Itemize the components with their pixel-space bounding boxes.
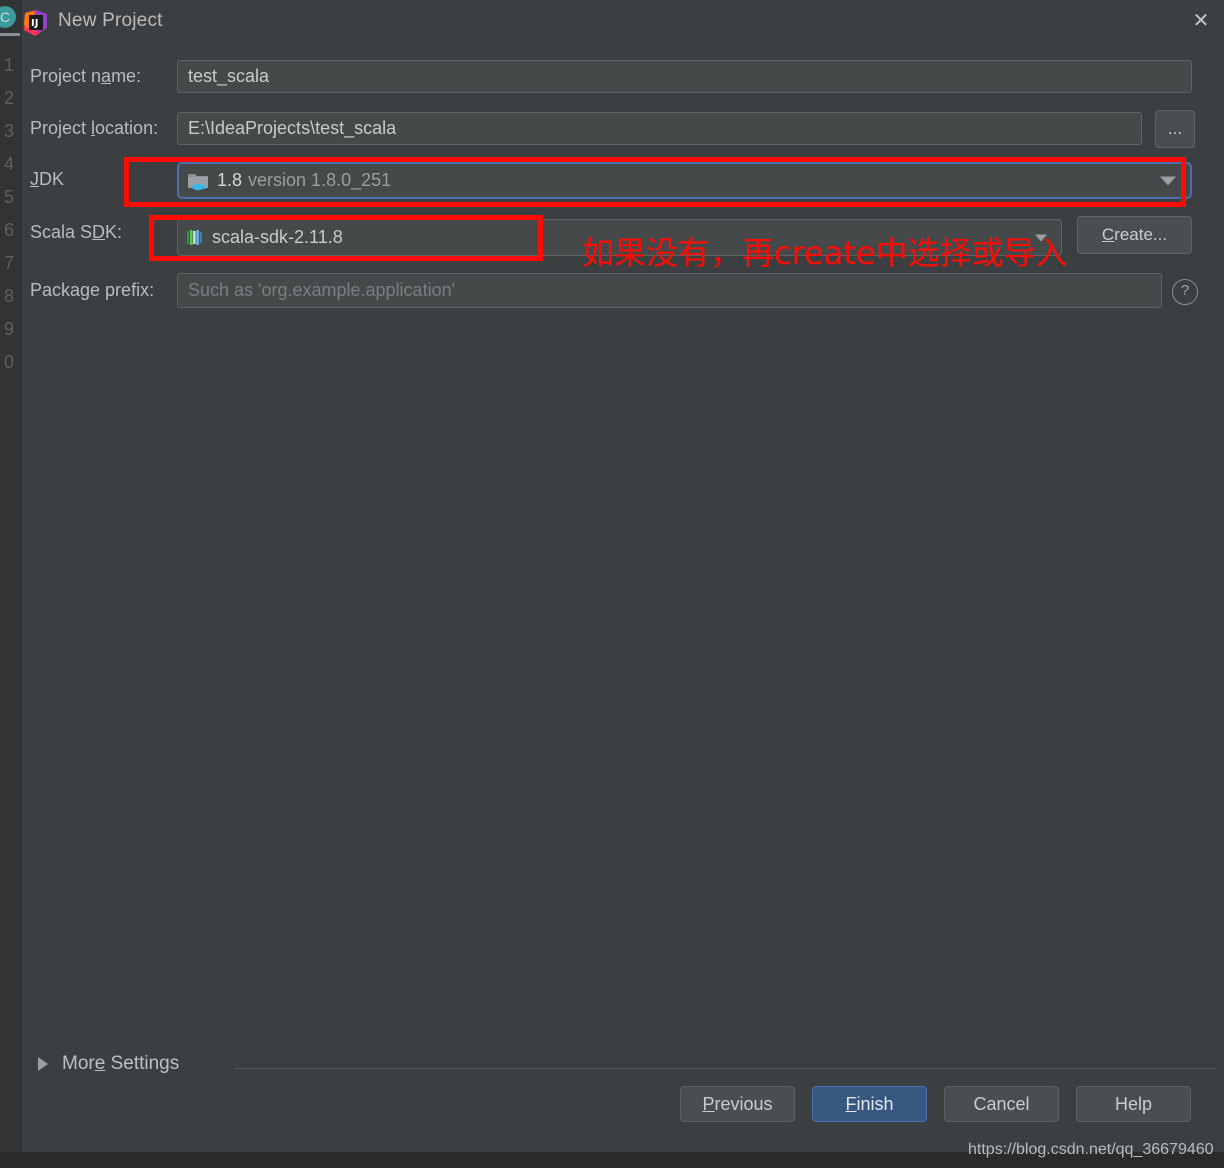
svg-text:IJ: IJ [31, 18, 38, 29]
annotation-text: 如果没有，再create中选择或导入 [582, 234, 1068, 272]
finish-button-label-mnemonic: F [845, 1093, 857, 1114]
jdk-value-sub: version 1.8.0_251 [248, 170, 392, 190]
editor-gutter: C 1 2 3 4 5 6 7 8 9 0 [0, 0, 22, 1168]
gutter-line-number: 8 [3, 286, 14, 306]
jdk-label-post: DK [39, 169, 65, 189]
project-name-label-pre: Project n [30, 66, 102, 86]
jdk-combobox[interactable]: 1.8 version 1.8.0_251 [177, 162, 1192, 199]
gutter-line-number: 1 [3, 55, 14, 75]
create-button-label-post: reate... [1114, 225, 1168, 244]
create-sdk-button[interactable]: Create... [1077, 216, 1192, 254]
gutter-line-number: 9 [3, 319, 14, 339]
jdk-label-mnemonic: J [30, 169, 39, 189]
more-settings-label-mnemonic: e [94, 1053, 106, 1074]
dialog-titlebar: IJ New Project ✕ [22, 0, 1224, 45]
jdk-folder-icon [187, 171, 209, 191]
project-name-label: Project name: [30, 66, 141, 87]
scala-sdk-label-mnemonic: D [92, 222, 106, 242]
previous-button-label-post: revious [714, 1093, 773, 1114]
package-prefix-input[interactable]: Such as 'org.example.application' [177, 273, 1162, 308]
project-name-label-mnemonic: a [101, 66, 112, 86]
help-button[interactable]: Help [1076, 1086, 1191, 1122]
finish-button-label-post: inish [856, 1093, 894, 1114]
cancel-button[interactable]: Cancel [944, 1086, 1059, 1122]
jdk-label: JDK [30, 169, 64, 190]
project-name-value: test_scala [188, 66, 270, 86]
editor-tab-underline [0, 33, 20, 36]
jdk-value-main: 1.8 [217, 170, 243, 190]
dialog-title: New Project [58, 10, 163, 31]
previous-button-label-mnemonic: P [702, 1093, 715, 1114]
project-location-input[interactable]: E:\IdeaProjects\test_scala [177, 112, 1142, 145]
package-prefix-placeholder: Such as 'org.example.application' [188, 280, 456, 300]
gutter-line-number: 7 [3, 253, 14, 273]
project-location-label: Project location: [30, 118, 158, 139]
question-mark-icon[interactable]: ? [1172, 279, 1198, 305]
project-location-value: E:\IdeaProjects\test_scala [188, 118, 397, 138]
scala-sdk-value: scala-sdk-2.11.8 [212, 227, 343, 247]
more-settings-divider [234, 1068, 1216, 1069]
more-settings-label: More Settings [62, 1053, 179, 1075]
more-settings-label-pre: Mor [62, 1053, 95, 1074]
watermark-url: https://blog.csdn.net/qq_36679460 [968, 1141, 1214, 1158]
project-name-input[interactable]: test_scala [177, 60, 1192, 93]
scala-library-icon [186, 229, 204, 247]
project-location-label-pre: Project [30, 118, 92, 138]
finish-button[interactable]: Finish [812, 1086, 927, 1122]
new-project-dialog: IJ New Project ✕ Project name: test_scal… [22, 0, 1224, 1152]
intellij-idea-logo-icon: IJ [22, 9, 50, 37]
gutter-line-number: 3 [3, 121, 14, 141]
scala-sdk-label-pre: Scala S [30, 222, 93, 242]
create-button-label-mnemonic: C [1101, 225, 1115, 244]
project-name-label-post: me: [111, 66, 142, 86]
gutter-line-number: 4 [3, 154, 14, 174]
gutter-line-number: 5 [3, 187, 14, 207]
scala-sdk-label: Scala SDK: [30, 222, 122, 243]
project-location-label-post: ocation: [95, 118, 159, 138]
package-prefix-label: Package prefix: [30, 280, 155, 300]
gutter-line-number: 2 [3, 88, 14, 108]
close-icon[interactable]: ✕ [1178, 0, 1224, 42]
chevron-down-icon[interactable] [1160, 176, 1176, 185]
editor-tab-chip[interactable]: C [0, 6, 16, 28]
scala-sdk-label-post: K: [105, 222, 123, 242]
previous-button[interactable]: Previous [680, 1086, 795, 1122]
gutter-line-number: 6 [3, 220, 14, 240]
triangle-right-icon [38, 1057, 48, 1071]
more-settings-toggle[interactable]: More Settings [38, 1053, 179, 1075]
gutter-line-number: 0 [3, 352, 14, 372]
more-settings-label-post: Settings [105, 1053, 180, 1074]
browse-location-button[interactable]: ... [1155, 110, 1195, 148]
